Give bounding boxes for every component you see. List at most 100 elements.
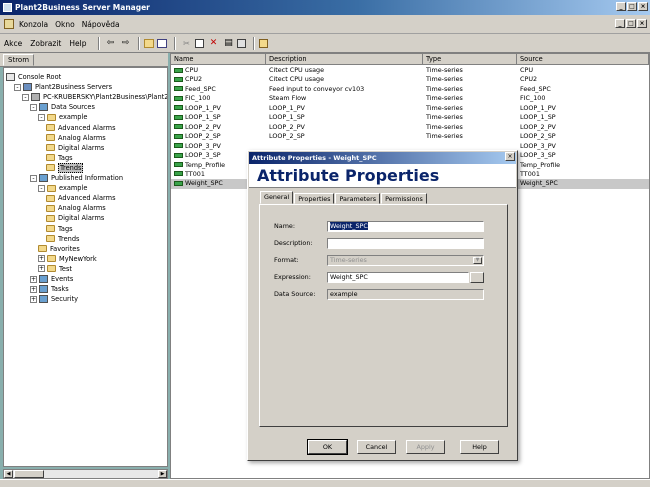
- tree-node[interactable]: Trends: [46, 234, 79, 244]
- chevron-down-icon[interactable]: ▼: [473, 256, 482, 264]
- scroll-right-icon[interactable]: ▶: [158, 470, 167, 478]
- maximize-button[interactable]: □: [627, 2, 637, 11]
- scroll-thumb[interactable]: [14, 470, 44, 478]
- list-row[interactable]: LOOP_2_SP LOOP_2_SP Time-series LOOP_2_SP: [171, 132, 649, 141]
- tree-node[interactable]: - Published Information: [30, 173, 123, 183]
- expand-icon[interactable]: +: [30, 295, 37, 303]
- ok-button[interactable]: OK: [307, 439, 348, 455]
- list-cell-description: Steam Flow: [269, 94, 307, 103]
- cut-icon[interactable]: ✂: [180, 37, 192, 49]
- tree-node[interactable]: Advanced Alarms: [46, 193, 116, 203]
- expand-icon[interactable]: +: [38, 255, 45, 263]
- app-title-bar[interactable]: Plant2Business Server Manager _ □ ×: [0, 0, 650, 15]
- menu-konzola[interactable]: Konzola: [19, 20, 48, 29]
- tab-strom[interactable]: Strom: [3, 54, 35, 66]
- tree-node[interactable]: Analog Alarms: [46, 203, 106, 213]
- description-field[interactable]: [327, 237, 484, 249]
- list-cell-description: LOOP_1_PV: [269, 103, 305, 112]
- up-level-icon[interactable]: [144, 38, 155, 48]
- folder-icon: [46, 194, 55, 202]
- column-description[interactable]: Description: [266, 54, 423, 65]
- tree-node[interactable]: + Tasks: [30, 284, 69, 294]
- attribute-name: Feed_SPC: [185, 84, 216, 93]
- list-row[interactable]: FIC_100 Steam Flow Time-series FIC_100: [171, 94, 649, 103]
- console-icon[interactable]: [4, 19, 14, 29]
- scroll-left-icon[interactable]: ◀: [4, 470, 13, 478]
- tree-node[interactable]: Advanced Alarms: [46, 123, 116, 133]
- list-row[interactable]: CPU Citect CPU usage Time-series CPU: [171, 66, 649, 75]
- delete-icon[interactable]: ✕: [207, 37, 219, 49]
- menu-help[interactable]: Help: [69, 39, 86, 48]
- tree-node[interactable]: Console Root: [6, 72, 61, 82]
- tree-node[interactable]: + Events: [30, 274, 73, 284]
- collapse-icon[interactable]: -: [22, 93, 29, 101]
- help-button[interactable]: Help: [460, 440, 499, 454]
- back-icon[interactable]: ⇦: [104, 37, 116, 49]
- list-row[interactable]: Feed_SPC Feed input to conveyor cv103 Time…: [171, 85, 649, 94]
- tree-node[interactable]: - PC-KRUBERSKY\Plant2Business\Plant2: [22, 92, 167, 102]
- list-row[interactable]: LOOP_1_PV LOOP_1_PV Time-series LOOP_1_PV: [171, 104, 649, 113]
- tree-horizontal-scrollbar[interactable]: ◀ ▶: [3, 469, 168, 479]
- copy-icon[interactable]: [195, 38, 205, 48]
- console-tree[interactable]: Console Root - Plant2Business Servers - PC-K…: [3, 67, 168, 467]
- tree-node[interactable]: + MyNewYork: [38, 254, 97, 264]
- menu-okno[interactable]: Okno: [55, 20, 75, 29]
- column-name[interactable]: Name: [171, 54, 266, 65]
- tree-node[interactable]: Analog Alarms: [46, 133, 106, 143]
- dialog-title[interactable]: Attribute Properties - Weight_SPC: [249, 152, 516, 164]
- forward-icon[interactable]: ⇨: [119, 37, 131, 49]
- format-select[interactable]: Time-series ▼: [327, 254, 484, 266]
- list-row[interactable]: LOOP_1_SP LOOP_1_SP Time-series LOOP_1_SP: [171, 113, 649, 122]
- column-type[interactable]: Type: [423, 54, 517, 65]
- menu-zobrazit[interactable]: Zobrazit: [30, 39, 61, 48]
- mdi-maximize-button[interactable]: □: [626, 19, 636, 28]
- tree-node[interactable]: - example: [38, 183, 87, 193]
- dialog-close-icon[interactable]: ×: [505, 152, 515, 161]
- menu-akce[interactable]: Akce: [4, 39, 22, 48]
- tree-node[interactable]: Tags: [46, 224, 73, 234]
- close-button[interactable]: ×: [638, 2, 648, 11]
- column-source[interactable]: Source: [517, 54, 649, 65]
- tree-node[interactable]: Tags: [46, 153, 73, 163]
- expand-icon[interactable]: +: [30, 285, 37, 293]
- help-icon[interactable]: [259, 38, 269, 48]
- list-row[interactable]: CPU2 Citect CPU usage Time-series CPU2: [171, 75, 649, 84]
- apply-button[interactable]: Apply: [406, 440, 445, 454]
- collapse-icon[interactable]: -: [30, 103, 37, 111]
- tab-general[interactable]: General: [260, 191, 294, 204]
- tree-node[interactable]: Digital Alarms: [46, 213, 104, 223]
- collapse-icon[interactable]: -: [14, 83, 21, 91]
- expand-icon[interactable]: +: [38, 265, 45, 273]
- refresh-icon[interactable]: [237, 38, 247, 48]
- tree-node[interactable]: - Data Sources: [30, 102, 95, 112]
- menu-napoveda[interactable]: Nápověda: [82, 20, 120, 29]
- expression-browse-button[interactable]: [470, 271, 484, 283]
- node-icon: [39, 285, 48, 294]
- collapse-icon[interactable]: -: [30, 174, 37, 182]
- tab-permissions[interactable]: Permissions: [381, 193, 427, 204]
- tab-properties[interactable]: Properties: [294, 193, 335, 204]
- toolbar-separator: [138, 36, 141, 50]
- expand-icon[interactable]: +: [30, 275, 37, 283]
- list-row[interactable]: LOOP_2_PV LOOP_2_PV Time-series LOOP_2_PV: [171, 123, 649, 132]
- tree-node[interactable]: + Test: [38, 264, 72, 274]
- mdi-minimize-button[interactable]: _: [615, 19, 625, 28]
- tree-node[interactable]: - example: [38, 112, 87, 122]
- list-cell-name: FIC_100: [174, 94, 210, 103]
- collapse-icon[interactable]: -: [38, 184, 45, 192]
- minimize-button[interactable]: _: [616, 2, 626, 11]
- tree-node[interactable]: Favorites: [38, 244, 80, 254]
- mdi-close-button[interactable]: ×: [637, 19, 647, 28]
- name-field[interactable]: Weight_SPC: [327, 220, 484, 232]
- tree-node[interactable]: - Plant2Business Servers: [14, 82, 112, 92]
- attribute-icon: [174, 105, 183, 111]
- tree-node[interactable]: Trends: [46, 162, 84, 173]
- tree-node[interactable]: + Security: [30, 294, 78, 304]
- tree-node[interactable]: Digital Alarms: [46, 143, 104, 153]
- properties-icon[interactable]: ▤: [222, 37, 234, 49]
- show-tree-icon[interactable]: [157, 38, 168, 48]
- collapse-icon[interactable]: -: [38, 113, 45, 121]
- expression-field[interactable]: Weight_SPC: [327, 271, 469, 283]
- tab-parameters[interactable]: Parameters: [335, 193, 381, 204]
- cancel-button[interactable]: Cancel: [357, 440, 396, 454]
